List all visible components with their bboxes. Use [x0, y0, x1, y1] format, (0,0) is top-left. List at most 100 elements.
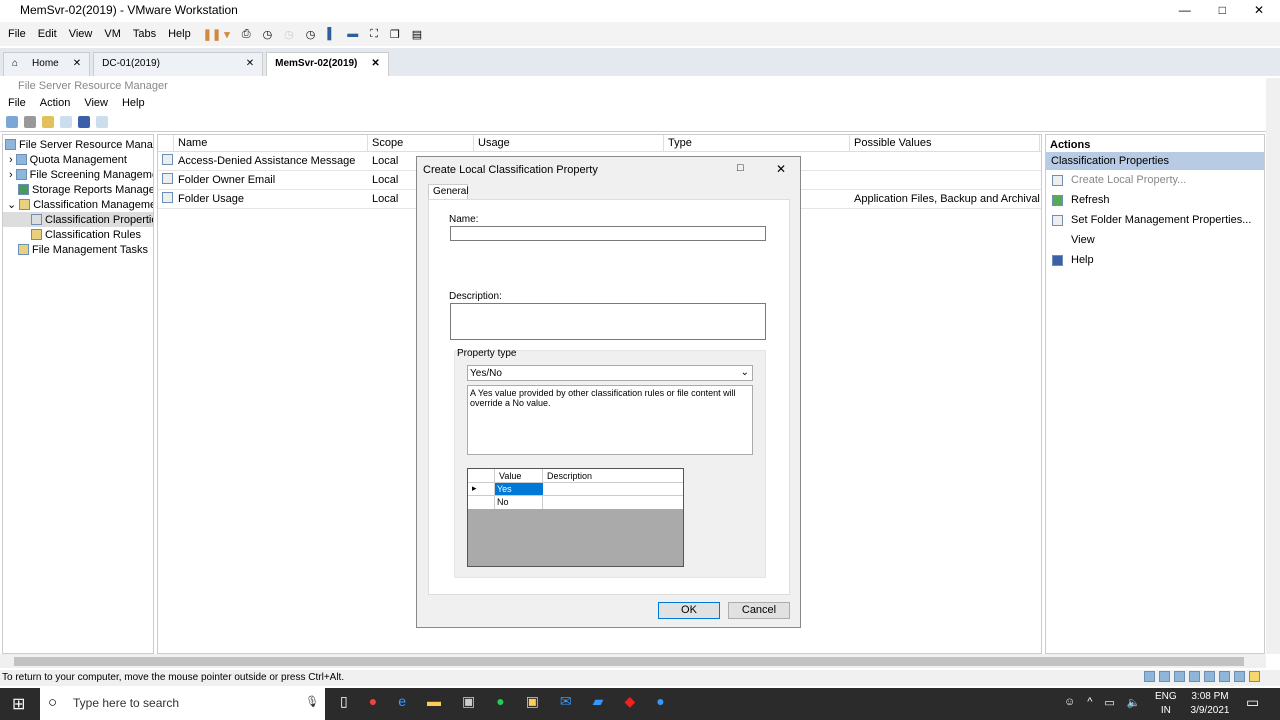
display-icon[interactable]: [1234, 671, 1245, 682]
tree-item-storage-reports[interactable]: Storage Reports Management: [3, 182, 153, 197]
store-icon[interactable]: ▣: [462, 693, 475, 710]
column-type[interactable]: Type: [664, 135, 850, 151]
task-view-icon[interactable]: ▯: [340, 693, 348, 710]
action-view[interactable]: View: [1046, 230, 1264, 250]
tree-item-file-management-tasks[interactable]: File Management Tasks: [3, 242, 153, 257]
network-icon[interactable]: [1174, 671, 1185, 682]
notification-icon[interactable]: ▭: [1246, 694, 1259, 711]
forward-icon[interactable]: [24, 116, 36, 128]
grid-column-description: Description: [547, 471, 593, 481]
acrobat-icon[interactable]: ◆: [624, 693, 635, 710]
grid-row[interactable]: ▸ Yes: [468, 483, 683, 496]
volume-icon[interactable]: 🔈: [1127, 696, 1141, 709]
minimize-button[interactable]: —: [1179, 3, 1191, 17]
action-set-folder-management[interactable]: Set Folder Management Properties...: [1046, 210, 1264, 230]
menu-edit[interactable]: Edit: [38, 28, 57, 40]
action-create-local-property[interactable]: Create Local Property...: [1046, 170, 1264, 190]
menu-tabs[interactable]: Tabs: [133, 28, 156, 40]
action-pane-icon[interactable]: [96, 116, 108, 128]
description-input[interactable]: [450, 303, 766, 340]
battery-icon[interactable]: ▭: [1104, 696, 1114, 709]
fsrm-menu-action[interactable]: Action: [40, 97, 71, 113]
fsrm-menu-help[interactable]: Help: [122, 97, 145, 113]
chrome-icon[interactable]: ●: [369, 693, 377, 710]
properties-icon: [31, 214, 42, 225]
column-name[interactable]: Name: [174, 135, 368, 151]
search-circle-icon: ○: [48, 694, 58, 711]
tree-item-fsrm[interactable]: File Server Resource Manager: [3, 137, 153, 152]
whatsapp-icon[interactable]: ●: [496, 693, 504, 710]
property-type-select[interactable]: Yes/No ⌄: [467, 365, 753, 381]
actions-section[interactable]: Classification Properties: [1046, 152, 1264, 170]
printer-icon[interactable]: [1189, 671, 1200, 682]
menu-view[interactable]: View: [69, 28, 93, 40]
dialog-close-button[interactable]: ✕: [776, 162, 786, 176]
grid-row[interactable]: No: [468, 496, 683, 509]
message-icon[interactable]: [1249, 671, 1260, 682]
cd-icon[interactable]: [1159, 671, 1170, 682]
column-possible-values[interactable]: Possible Values: [850, 135, 1040, 151]
menu-file[interactable]: File: [8, 28, 26, 40]
powershell-icon[interactable]: ▰: [593, 693, 604, 710]
action-help[interactable]: Help: [1046, 250, 1264, 270]
tab-home[interactable]: ⌂ Home ✕: [3, 52, 91, 76]
back-icon[interactable]: [6, 116, 18, 128]
show-hide-tree-icon[interactable]: [60, 116, 72, 128]
server-icon: [5, 139, 16, 150]
close-button[interactable]: ✕: [1254, 3, 1264, 17]
fullscreen-icon[interactable]: ⛶: [370, 28, 378, 41]
fsrm-menu-view[interactable]: View: [84, 97, 108, 113]
close-tab-icon[interactable]: ✕: [73, 58, 81, 71]
close-tab-icon[interactable]: ✕: [246, 58, 254, 71]
hard-disk-icon[interactable]: [1144, 671, 1155, 682]
tree-item-file-screening[interactable]: ›File Screening Management: [3, 167, 153, 182]
window-title: MemSvr-02(2019) - VMware Workstation: [0, 0, 1280, 20]
tree-item-classification[interactable]: ⌄ Classification Management: [3, 197, 153, 212]
console-view-icon[interactable]: ▤: [412, 28, 422, 41]
dialog-maximize-button[interactable]: □: [737, 162, 744, 174]
pause-icon[interactable]: ❚❚ ▾: [203, 28, 230, 41]
tree-item-quota[interactable]: › Quota Management: [3, 152, 153, 167]
maximize-button[interactable]: □: [1219, 3, 1226, 17]
edge-icon[interactable]: e: [398, 693, 406, 710]
help-icon[interactable]: [78, 116, 90, 128]
language-indicator[interactable]: ENG IN: [1155, 690, 1177, 718]
vmware-icon[interactable]: ▣: [526, 693, 539, 710]
microphone-icon[interactable]: 🎙: [305, 695, 319, 708]
tree-item-classification-properties[interactable]: Classification Properties: [3, 212, 153, 227]
windows-start-icon[interactable]: ⊞: [12, 694, 25, 714]
file-explorer-icon[interactable]: ▬: [427, 693, 441, 710]
bluetooth-icon[interactable]: [1219, 671, 1230, 682]
snapshot-manager-icon[interactable]: ◷: [306, 28, 316, 41]
sound-icon[interactable]: [1204, 671, 1215, 682]
close-tab-icon[interactable]: ✕: [371, 58, 379, 71]
snapshot-icon[interactable]: ◷: [263, 28, 273, 41]
action-refresh[interactable]: Refresh: [1046, 190, 1264, 210]
unity-icon[interactable]: ❐: [390, 28, 400, 41]
tree-item-classification-rules[interactable]: Classification Rules: [3, 227, 153, 242]
mail-icon[interactable]: ✉: [560, 693, 572, 710]
up-folder-icon[interactable]: [42, 116, 54, 128]
ok-button[interactable]: OK: [658, 602, 720, 619]
tab-dc01[interactable]: DC-01(2019) ✕: [93, 52, 264, 76]
name-input[interactable]: [450, 226, 766, 241]
clock[interactable]: 3:08 PM 3/9/2021: [1185, 690, 1235, 718]
chevron-up-icon[interactable]: ^: [1087, 696, 1092, 709]
revert-snapshot-icon[interactable]: ◷: [284, 28, 294, 41]
fsrm-menu-file[interactable]: File: [8, 97, 26, 113]
tab-general[interactable]: General: [428, 184, 469, 199]
vertical-scrollbar[interactable]: [1266, 78, 1280, 654]
menu-help[interactable]: Help: [168, 28, 191, 40]
horizontal-scroll-thumb[interactable]: [14, 657, 1244, 666]
library-icon[interactable]: ▌: [327, 28, 335, 40]
column-scope[interactable]: Scope: [368, 135, 474, 151]
tab-memsvr02[interactable]: MemSvr-02(2019) ✕: [266, 52, 389, 76]
menu-vm[interactable]: VM: [104, 28, 121, 40]
taskbar-search[interactable]: Type here to search: [40, 688, 325, 720]
zoom-icon[interactable]: ●: [656, 693, 664, 710]
cancel-button[interactable]: Cancel: [728, 602, 790, 619]
send-ctrl-alt-del-icon[interactable]: ⎙: [242, 28, 251, 41]
people-icon[interactable]: ☺: [1064, 696, 1075, 709]
column-usage[interactable]: Usage: [474, 135, 664, 151]
thumbnail-icon[interactable]: ▬: [347, 28, 358, 40]
